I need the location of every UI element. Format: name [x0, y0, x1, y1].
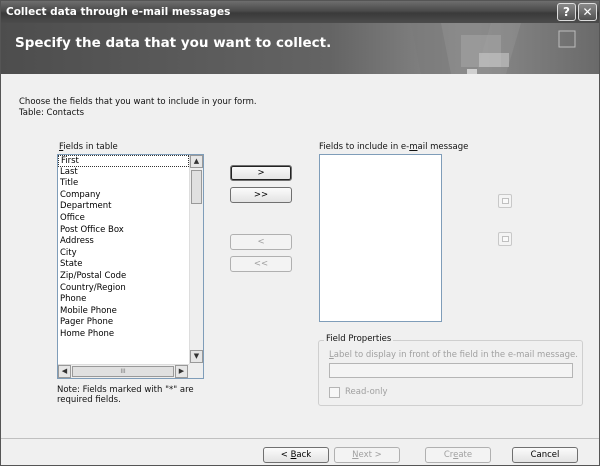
- vertical-scrollbar[interactable]: ▲ ▼: [189, 155, 203, 364]
- field-item[interactable]: Last: [58, 167, 189, 179]
- field-item[interactable]: Office: [58, 213, 189, 225]
- window-title: Collect data through e-mail messages: [6, 6, 231, 18]
- cancel-button[interactable]: Cancel: [512, 447, 578, 463]
- add-field-button[interactable]: >: [230, 165, 292, 181]
- back-button[interactable]: < Back: [263, 447, 329, 463]
- wizard-window: Collect data through e-mail messages ? ✕…: [0, 0, 600, 466]
- field-item[interactable]: First: [58, 155, 189, 167]
- horizontal-scrollbar[interactable]: ◀ III ▶: [58, 364, 189, 378]
- move-up-icon: [502, 198, 509, 204]
- scroll-left-icon[interactable]: ◀: [58, 365, 71, 378]
- instructions-text: Choose the fields that you want to inclu…: [19, 97, 257, 107]
- scroll-up-icon[interactable]: ▲: [190, 155, 203, 168]
- help-icon: ?: [563, 5, 570, 19]
- field-item[interactable]: Department: [58, 201, 189, 213]
- next-button[interactable]: Next >: [334, 447, 400, 463]
- field-item[interactable]: Pager Phone: [58, 317, 189, 329]
- scroll-down-icon[interactable]: ▼: [190, 350, 203, 363]
- field-item[interactable]: Home Phone: [58, 329, 189, 341]
- fields-in-table-list[interactable]: First Last Title Company Department Office Pos…: [57, 154, 204, 379]
- field-item[interactable]: State: [58, 259, 189, 271]
- page-heading: Specify the data that you want to collec…: [15, 35, 332, 51]
- banner-decoration: [411, 23, 576, 74]
- create-button[interactable]: Create: [425, 447, 491, 463]
- remove-all-fields-button[interactable]: <<: [230, 256, 292, 272]
- field-item[interactable]: Address: [58, 236, 189, 248]
- wizard-banner: Specify the data that you want to collec…: [1, 23, 599, 74]
- instructions: Choose the fields that you want to inclu…: [19, 97, 257, 119]
- scroll-corner: [189, 364, 203, 378]
- vertical-scroll-thumb[interactable]: [191, 170, 202, 204]
- scroll-right-icon[interactable]: ▶: [175, 365, 188, 378]
- required-fields-note: Note: Fields marked with "*" are require…: [57, 385, 194, 405]
- title-bar: Collect data through e-mail messages ? ✕: [1, 1, 599, 23]
- field-item[interactable]: Mobile Phone: [58, 306, 189, 318]
- field-item[interactable]: Phone: [58, 294, 189, 306]
- field-item[interactable]: Company: [58, 190, 189, 202]
- read-only-label: Read-only: [345, 387, 388, 397]
- move-down-icon: [502, 236, 509, 242]
- help-button[interactable]: ?: [557, 3, 576, 21]
- fields-in-table-label: Fields in table: [59, 142, 118, 152]
- close-button[interactable]: ✕: [578, 3, 597, 21]
- display-label-caption: Label to display in front of the field i…: [329, 350, 578, 360]
- read-only-checkbox[interactable]: [329, 387, 340, 398]
- remove-field-button[interactable]: <: [230, 234, 292, 250]
- field-item[interactable]: City: [58, 248, 189, 260]
- move-up-button[interactable]: [498, 194, 512, 208]
- field-item[interactable]: Post Office Box: [58, 225, 189, 237]
- add-all-fields-button[interactable]: >>: [230, 187, 292, 203]
- display-label-input[interactable]: [329, 363, 573, 378]
- field-item[interactable]: Country/Region: [58, 283, 189, 295]
- fields-to-include-list[interactable]: [319, 154, 442, 322]
- fields-to-include-label: Fields to include in e-mail message: [319, 142, 469, 152]
- field-item[interactable]: Title: [58, 178, 189, 190]
- wizard-footer: < Back Next > Create Cancel: [1, 439, 599, 465]
- field-properties-title: Field Properties: [324, 334, 394, 344]
- table-name: Table: Contacts: [19, 108, 85, 118]
- move-down-button[interactable]: [498, 232, 512, 246]
- close-icon: ✕: [582, 5, 593, 19]
- field-items: First Last Title Company Department Office Pos…: [58, 155, 189, 341]
- field-item[interactable]: Zip/Postal Code: [58, 271, 189, 283]
- horizontal-scroll-thumb[interactable]: III: [72, 366, 174, 377]
